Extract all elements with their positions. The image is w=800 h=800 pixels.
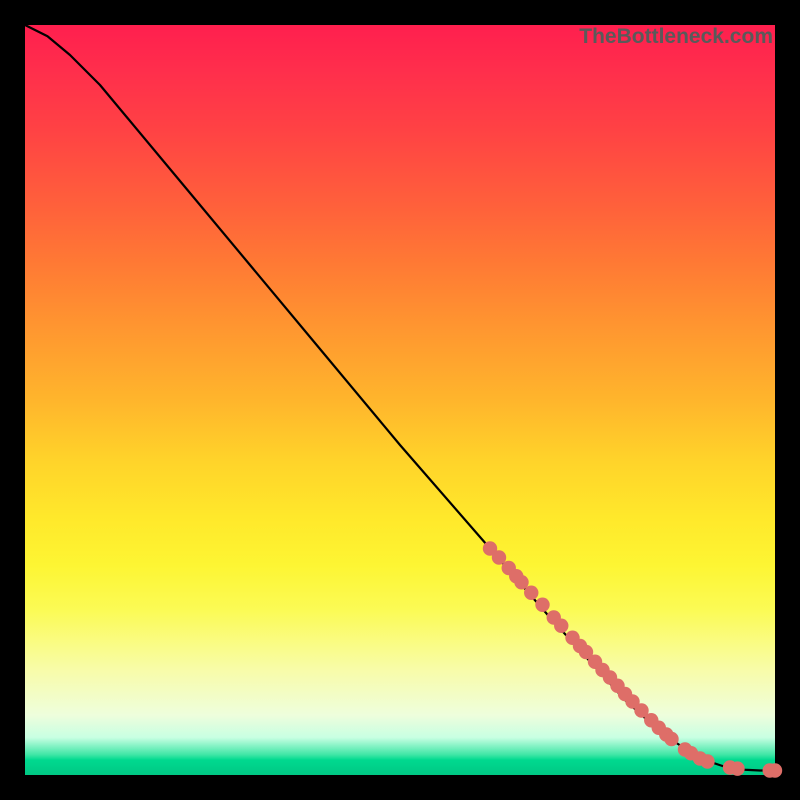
data-marker <box>514 575 528 589</box>
data-marker <box>492 550 506 564</box>
curve-line <box>25 25 775 771</box>
data-marker <box>554 619 568 633</box>
data-marker <box>535 598 549 612</box>
data-marker <box>768 763 782 777</box>
markers-group <box>483 541 782 777</box>
data-marker <box>664 732 678 746</box>
plot-area: TheBottleneck.com <box>25 25 775 775</box>
chart-stage: TheBottleneck.com <box>0 0 800 800</box>
data-marker <box>524 586 538 600</box>
data-marker <box>730 761 744 775</box>
chart-svg <box>25 25 775 775</box>
data-marker <box>700 754 714 768</box>
